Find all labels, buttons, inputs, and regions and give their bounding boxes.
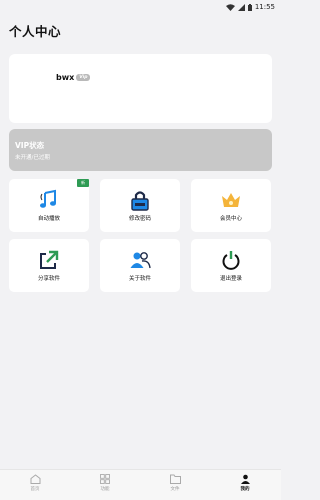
grid-item-label: 退出登录: [219, 276, 242, 282]
grid-item-about[interactable]: 关于软件: [100, 239, 180, 292]
bottom-nav: 首页 功能 文件 我的: [0, 469, 281, 500]
users-icon: [130, 252, 151, 269]
grid-item-logout[interactable]: 退出登录: [191, 239, 271, 292]
folder-icon: [169, 474, 181, 484]
grid-item-label: 修改密码: [128, 216, 151, 222]
music-note-icon: [40, 189, 56, 208]
grid-item-share[interactable]: 分享软件: [9, 239, 89, 292]
profile-card[interactable]: bwx Vip: [9, 54, 272, 123]
nav-files[interactable]: 文件: [155, 474, 195, 500]
nav-label: 首页: [30, 487, 40, 492]
app-logo: bwx Vip: [56, 73, 91, 82]
crown-icon: [222, 193, 240, 207]
nav-mine[interactable]: 我的: [225, 474, 265, 500]
grid-icon: [100, 474, 110, 484]
grid-item-member-center[interactable]: 会员中心: [191, 179, 271, 232]
nav-label: 功能: [100, 487, 110, 492]
grid-item-label: 分享软件: [37, 276, 60, 282]
home-icon: [30, 474, 40, 484]
new-badge: 新: [77, 179, 89, 187]
grid-item-change-password[interactable]: 修改密码: [100, 179, 180, 232]
grid-item-label: 关于软件: [128, 276, 151, 282]
vip-status-card[interactable]: VIP状态 未开通/已过期: [9, 129, 272, 171]
lock-icon: [131, 191, 149, 211]
vip-title: VIP状态: [15, 141, 45, 150]
status-bar: 11:55: [0, 0, 281, 14]
nav-label: 我的: [240, 487, 250, 492]
logo-badge: Vip: [76, 74, 91, 81]
page-title: 个人中心: [9, 24, 62, 39]
nav-home[interactable]: 首页: [15, 474, 55, 500]
person-icon: [240, 474, 250, 484]
nav-label: 文件: [170, 487, 180, 492]
logo-text: bwx: [56, 73, 75, 82]
battery-icon: [247, 3, 252, 11]
wifi-icon: [225, 3, 235, 11]
grid-item-autoplay[interactable]: 新 自动播放: [9, 179, 89, 232]
status-time: 11:55: [254, 3, 275, 11]
power-icon: [222, 251, 240, 270]
grid-item-label: 会员中心: [219, 216, 242, 222]
signal-icon: [237, 3, 245, 11]
grid-item-label: 自动播放: [37, 216, 60, 222]
share-icon: [40, 250, 59, 269]
vip-status-text: 未开通/已过期: [15, 155, 50, 161]
nav-functions[interactable]: 功能: [85, 474, 125, 500]
